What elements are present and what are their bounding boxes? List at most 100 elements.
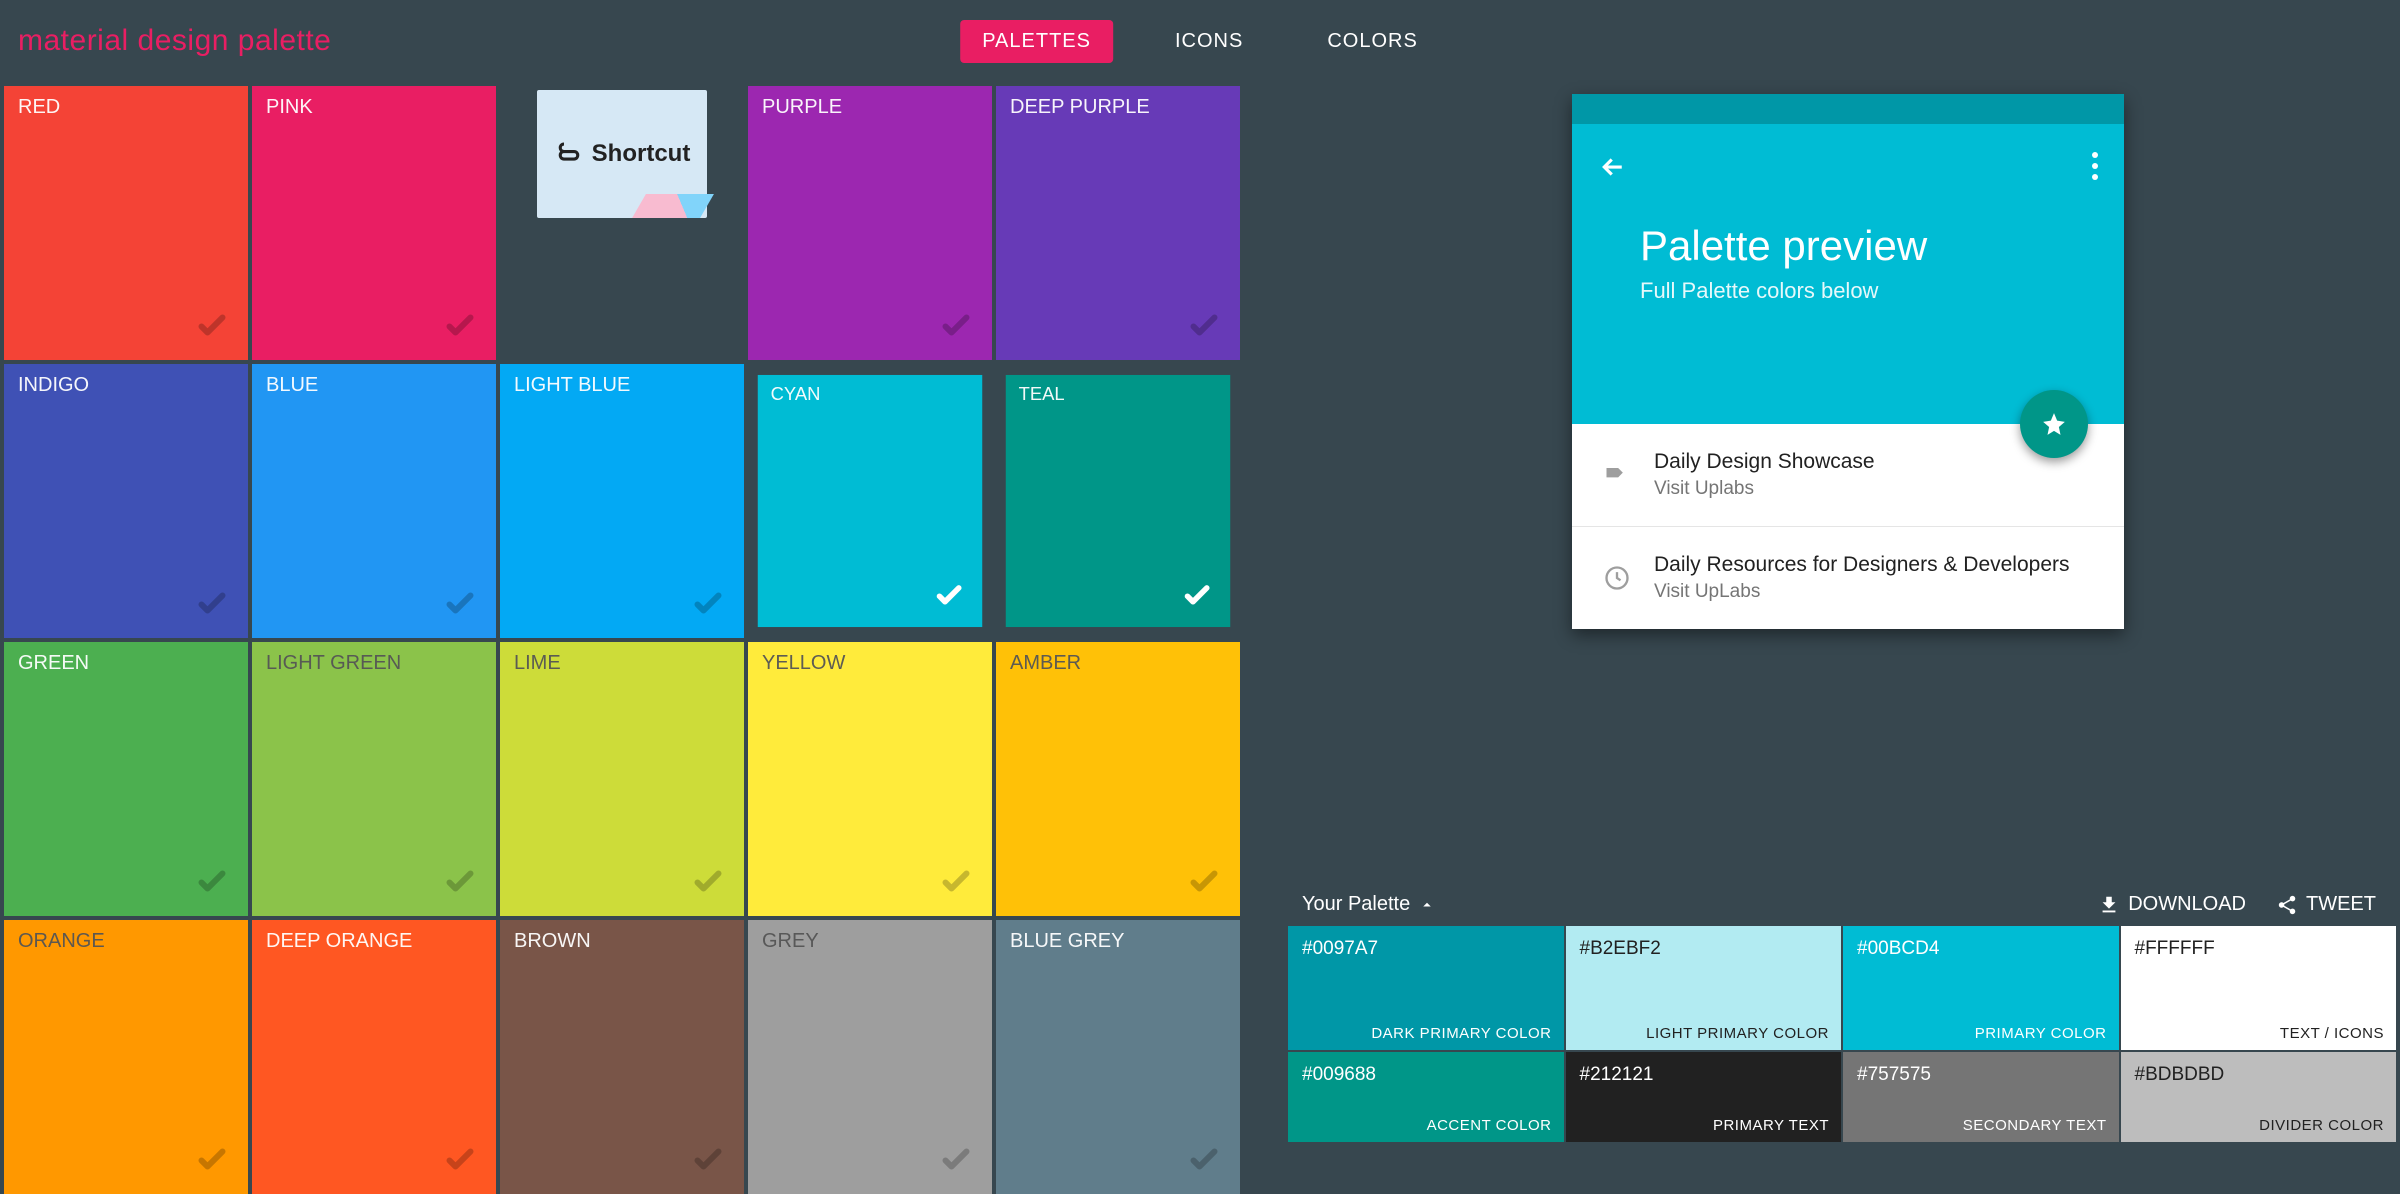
swatch-label: INDIGO <box>18 374 89 397</box>
cell-label: PRIMARY COLOR <box>1975 1025 2107 1042</box>
nav-palettes[interactable]: PALETTES <box>960 20 1113 63</box>
check-icon <box>938 863 974 904</box>
check-icon <box>933 578 966 616</box>
cell-label: ACCENT COLOR <box>1427 1117 1552 1134</box>
hex-value: #00BCD4 <box>1857 938 1939 960</box>
hex-value: #BDBDBD <box>2135 1064 2225 1086</box>
swatch-red[interactable]: RED <box>4 86 248 360</box>
swatch-light-blue[interactable]: LIGHT BLUE <box>500 364 744 638</box>
check-icon <box>1186 863 1222 904</box>
palette-cell-divider-color[interactable]: #BDBDBD DIVIDER COLOR <box>2121 1052 2397 1142</box>
swatch-light-green[interactable]: LIGHT GREEN <box>252 642 496 916</box>
ad-label: Shortcut <box>592 140 691 168</box>
check-icon <box>194 585 230 626</box>
swatch-label: LIGHT GREEN <box>266 652 401 675</box>
swatch-cyan[interactable]: CYAN <box>758 375 982 627</box>
check-icon <box>442 585 478 626</box>
preview-dark-bar <box>1572 94 2124 124</box>
swatch-brown[interactable]: BROWN <box>500 920 744 1194</box>
color-swatch-grid: RED PINK Shortcut PURPLE DEEP PURPLE INDIGO BL… <box>4 86 1240 1194</box>
check-icon <box>690 863 726 904</box>
brand-part1: material design <box>18 24 229 57</box>
tweet-button[interactable]: TWEET <box>2276 893 2376 916</box>
preview-subtitle: Full Palette colors below <box>1640 278 2090 304</box>
swatch-green[interactable]: GREEN <box>4 642 248 916</box>
list-item-title: Daily Resources for Designers & Develope… <box>1654 553 2070 577</box>
swatch-label: PINK <box>266 96 313 119</box>
swatch-amber[interactable]: AMBER <box>996 642 1240 916</box>
palette-values-grid: #0097A7DARK PRIMARY COLOR#B2EBF2LIGHT PR… <box>1288 926 2396 1176</box>
swatch-label: PURPLE <box>762 96 842 119</box>
cell-label: SECONDARY TEXT <box>1963 1117 2107 1134</box>
back-arrow-icon[interactable] <box>1598 152 1628 187</box>
swatch-grey[interactable]: GREY <box>748 920 992 1194</box>
hex-value: #212121 <box>1580 1064 1654 1086</box>
preview-main-bar: Palette preview Full Palette colors belo… <box>1572 124 2124 424</box>
swatch-label: ORANGE <box>18 930 105 953</box>
tweet-label: TWEET <box>2306 893 2376 916</box>
list-item-title: Daily Design Showcase <box>1654 450 1875 474</box>
download-button[interactable]: DOWNLOAD <box>2098 893 2246 916</box>
palette-cell-light-primary-color[interactable]: #B2EBF2LIGHT PRIMARY COLOR <box>1566 926 1842 1050</box>
hex-value: #FFFFFF <box>2135 938 2215 960</box>
cell-label: DIVIDER COLOR <box>2259 1117 2384 1134</box>
panel-header: Your Palette DOWNLOAD TWEET <box>1288 881 2396 926</box>
header: material design palette PALETTES ICONS COL… <box>0 0 2400 82</box>
swatch-pink[interactable]: PINK <box>252 86 496 360</box>
cell-label: DARK PRIMARY COLOR <box>1371 1025 1551 1042</box>
swatch-label: AMBER <box>1010 652 1081 675</box>
top-nav: PALETTES ICONS COLORS <box>960 20 1440 63</box>
your-palette-panel: Your Palette DOWNLOAD TWEET #0097A7DARK … <box>1288 881 2396 1176</box>
palette-cell-secondary-text[interactable]: #757575SECONDARY TEXT <box>1843 1052 2119 1142</box>
swatch-label: DEEP PURPLE <box>1010 96 1150 119</box>
swatch-teal[interactable]: TEAL <box>1006 375 1230 627</box>
swatch-label: CYAN <box>771 384 821 405</box>
swatch-label: LIGHT BLUE <box>514 374 630 397</box>
cell-label: LIGHT PRIMARY COLOR <box>1646 1025 1829 1042</box>
panel-toggle[interactable]: Your Palette <box>1302 893 1436 916</box>
chevron-up-icon <box>1418 896 1436 914</box>
cell-label: TEXT / ICONS <box>2280 1025 2384 1042</box>
palette-cell-dark-primary-color[interactable]: #0097A7DARK PRIMARY COLOR <box>1288 926 1564 1050</box>
swatch-indigo[interactable]: INDIGO <box>4 364 248 638</box>
swatch-blue[interactable]: BLUE <box>252 364 496 638</box>
preview-list-item[interactable]: Daily Resources for Designers & Develope… <box>1572 527 2124 629</box>
check-icon <box>442 307 478 348</box>
swatch-label: RED <box>18 96 60 119</box>
shortcut-logo-icon <box>554 139 584 169</box>
swatch-label: TEAL <box>1019 384 1065 405</box>
brand-part2: palette <box>238 24 332 57</box>
nav-colors[interactable]: COLORS <box>1305 20 1439 63</box>
swatch-deep-purple[interactable]: DEEP PURPLE <box>996 86 1240 360</box>
share-icon <box>2276 894 2298 916</box>
swatch-label: BROWN <box>514 930 591 953</box>
fab-star-button[interactable] <box>2020 390 2088 458</box>
palette-cell-primary-text[interactable]: #212121PRIMARY TEXT <box>1566 1052 1842 1142</box>
swatch-lime[interactable]: LIME <box>500 642 744 916</box>
preview-title: Palette preview <box>1640 222 2090 270</box>
clock-icon <box>1602 563 1632 593</box>
check-icon <box>1186 307 1222 348</box>
swatch-label: BLUE <box>266 374 318 397</box>
nav-icons[interactable]: ICONS <box>1153 20 1265 63</box>
swatch-label: BLUE GREY <box>1010 930 1124 953</box>
palette-cell-accent-color[interactable]: #009688ACCENT COLOR <box>1288 1052 1564 1142</box>
check-icon <box>194 307 230 348</box>
swatch-deep-orange[interactable]: DEEP ORANGE <box>252 920 496 1194</box>
download-label: DOWNLOAD <box>2128 893 2246 916</box>
label-icon <box>1602 460 1632 490</box>
swatch-orange[interactable]: ORANGE <box>4 920 248 1194</box>
swatch-yellow[interactable]: YELLOW <box>748 642 992 916</box>
ad-slot[interactable]: Shortcut <box>500 86 744 360</box>
download-icon <box>2098 894 2120 916</box>
palette-cell-primary-color[interactable]: #00BCD4 PRIMARY COLOR <box>1843 926 2119 1050</box>
swatch-purple[interactable]: PURPLE <box>748 86 992 360</box>
swatch-label: DEEP ORANGE <box>266 930 412 953</box>
palette-cell-text-icons[interactable]: #FFFFFF TEXT / ICONS <box>2121 926 2397 1050</box>
swatch-blue-grey[interactable]: BLUE GREY <box>996 920 1240 1194</box>
swatch-label: LIME <box>514 652 561 675</box>
brand[interactable]: material design palette <box>18 24 331 58</box>
more-vert-icon[interactable] <box>2092 152 2098 180</box>
swatch-label: YELLOW <box>762 652 845 675</box>
check-icon <box>1181 578 1214 616</box>
